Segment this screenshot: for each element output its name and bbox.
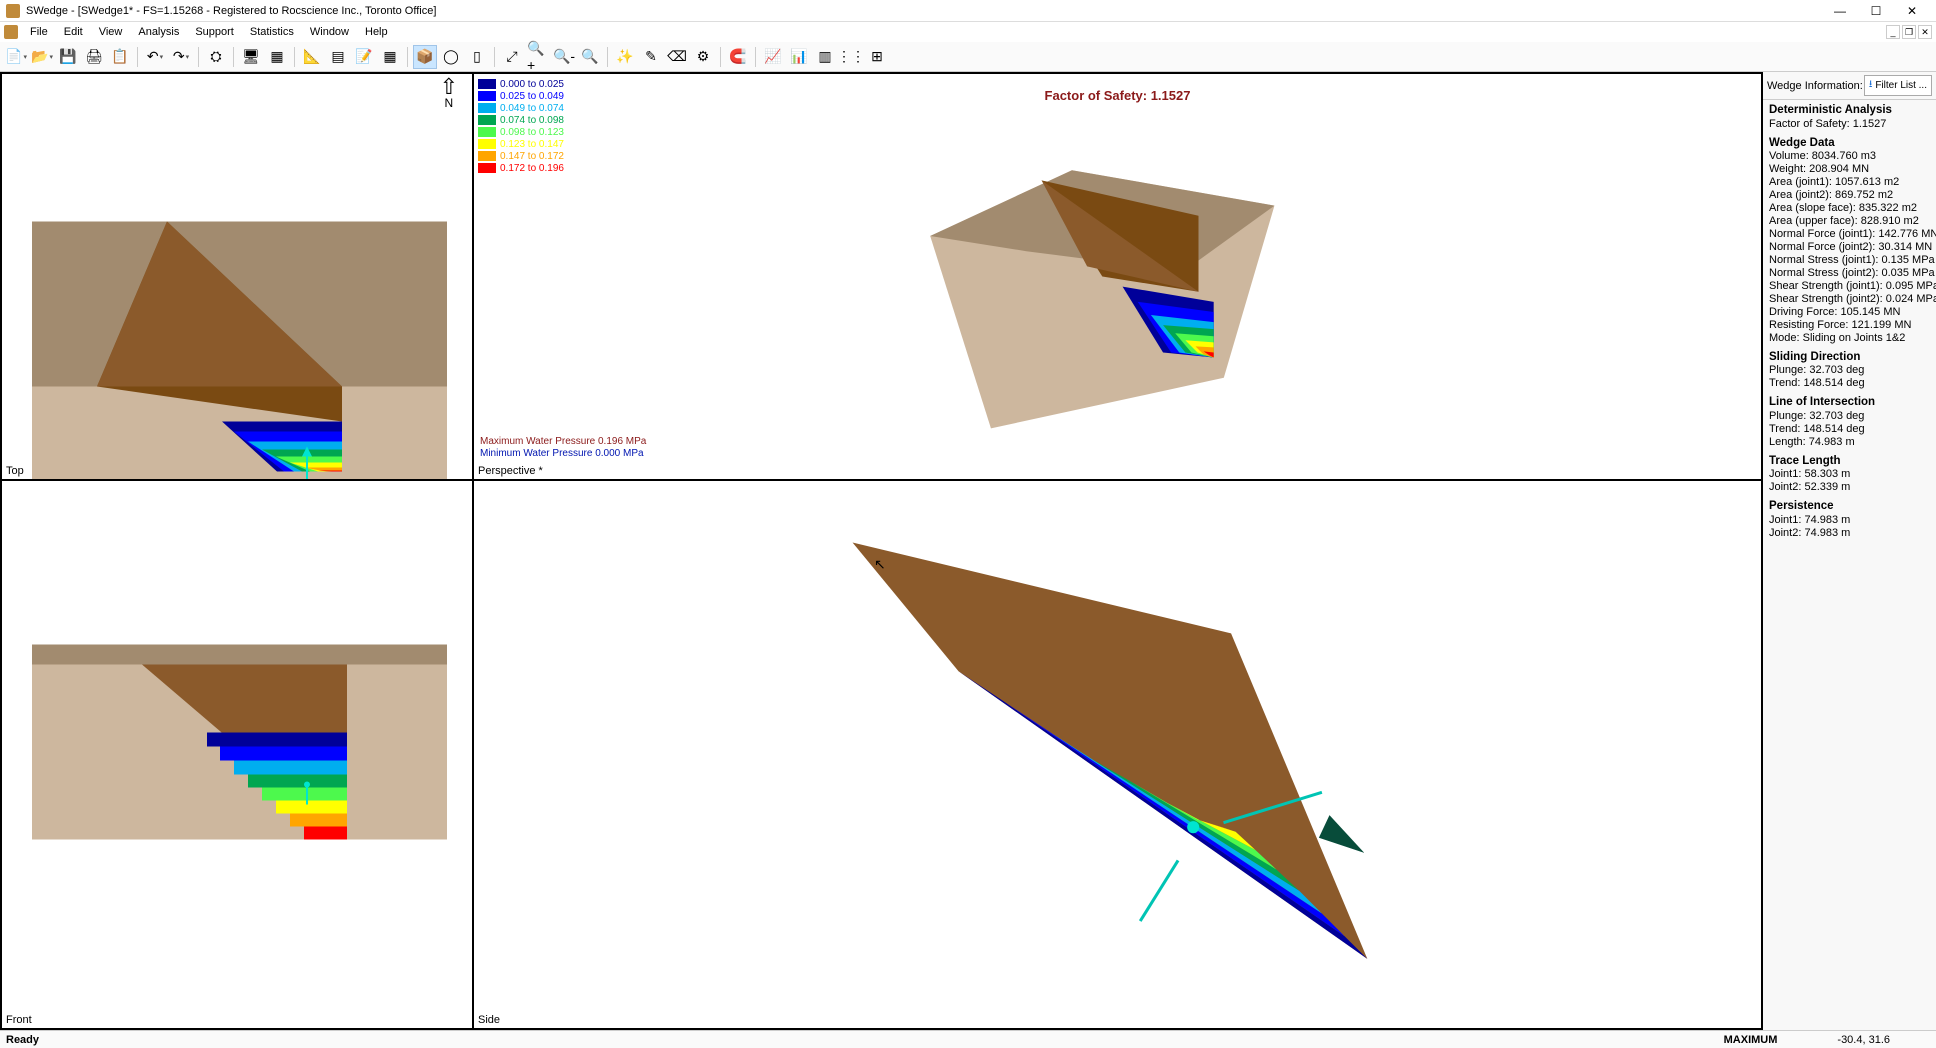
zoom-extents-button[interactable]: ⤢ [500, 45, 524, 69]
chart-bar-button[interactable]: 📊 [787, 45, 811, 69]
status-mode: MAXIMUM [1724, 1034, 1778, 1046]
statusbar: Ready MAXIMUM -30.4, 31.6 [0, 1030, 1936, 1048]
menu-window[interactable]: Window [302, 24, 357, 40]
zoom-out-button[interactable]: 🔍- [552, 45, 576, 69]
fos-label: Factor of Safety: 1.1527 [1045, 88, 1191, 103]
legend-row: 0.123 to 0.147 [478, 138, 564, 150]
menu-view[interactable]: View [91, 24, 131, 40]
wedge3d-button[interactable]: 📦 [413, 45, 437, 69]
copy-button[interactable]: 📋 [108, 45, 132, 69]
sidebar-title: Wedge Information: [1767, 80, 1864, 92]
zoom-window-button[interactable]: 🔍 [578, 45, 602, 69]
screen-button[interactable]: 🖥 [239, 45, 263, 69]
legend-row: 0.049 to 0.074 [478, 102, 564, 114]
app-icon [6, 4, 20, 18]
chart-scatter-button[interactable]: ⋮⋮ [839, 45, 863, 69]
legend-row: 0.147 to 0.172 [478, 150, 564, 162]
titlebar: SWedge - [SWedge1* - FS=1.15268 - Regist… [0, 0, 1936, 22]
view-label-front: Front [6, 1014, 32, 1026]
min-water-pressure: Minimum Water Pressure 0.000 MPa [480, 448, 644, 459]
magnet-button[interactable]: 🧲 [726, 45, 750, 69]
print-button[interactable]: 🖨 [82, 45, 106, 69]
filter-list-button[interactable]: ⭳ Filter List ... [1864, 75, 1932, 96]
sphere-button[interactable]: ◯ [439, 45, 463, 69]
menu-support[interactable]: Support [187, 24, 242, 40]
new-button[interactable]: 📄 [4, 45, 28, 69]
minimize-button[interactable]: — [1822, 1, 1858, 21]
menu-file[interactable]: File [22, 24, 56, 40]
max-water-pressure: Maximum Water Pressure 0.196 MPa [480, 436, 646, 447]
view-side[interactable]: ↖ Side [474, 481, 1761, 1028]
workspace: ⇧ N Top [0, 72, 1936, 1030]
wedge-info-panel: Wedge Information: ⭳ Filter List ... Det… [1761, 72, 1936, 1030]
mdi-minimize[interactable]: _ [1886, 25, 1900, 39]
status-ready: Ready [6, 1034, 39, 1046]
measure-button[interactable]: 📐 [300, 45, 324, 69]
compass-icon: ⇧ N [440, 78, 458, 110]
legend-row: 0.000 to 0.025 [478, 78, 564, 90]
redo-button[interactable]: ↷ [169, 45, 193, 69]
color-legend: 0.000 to 0.0250.025 to 0.0490.049 to 0.0… [478, 78, 564, 174]
maximize-button[interactable]: ☐ [1858, 1, 1894, 21]
mdi-close[interactable]: ✕ [1918, 25, 1932, 39]
status-coords: -30.4, 31.6 [1837, 1034, 1890, 1046]
chart-hist-button[interactable]: ▥ [813, 45, 837, 69]
save-button[interactable]: 💾 [56, 45, 80, 69]
doc-icon [4, 25, 18, 39]
legend-row: 0.074 to 0.098 [478, 114, 564, 126]
eraser-button[interactable]: ⌫ [665, 45, 689, 69]
menu-statistics[interactable]: Statistics [242, 24, 302, 40]
menu-help[interactable]: Help [357, 24, 396, 40]
view-top[interactable]: ⇧ N Top [2, 74, 472, 479]
panel-button[interactable]: ▯ [465, 45, 489, 69]
open-button[interactable]: 📂 [30, 45, 54, 69]
compute-button[interactable]: ⛭ [204, 45, 228, 69]
menubar: FileEditViewAnalysisSupportStatisticsWin… [0, 22, 1936, 42]
views-grid-button[interactable]: ▦ [265, 45, 289, 69]
table-button[interactable]: ▤ [326, 45, 350, 69]
legend-row: 0.172 to 0.196 [478, 162, 564, 174]
export-excel-button[interactable]: ⊞ [865, 45, 889, 69]
view-front[interactable]: Front [2, 481, 472, 1028]
menu-analysis[interactable]: Analysis [130, 24, 187, 40]
view-label-top: Top [6, 465, 24, 477]
legend-row: 0.098 to 0.123 [478, 126, 564, 138]
chart-line-button[interactable]: 📈 [761, 45, 785, 69]
pencil-button[interactable]: ✎ [639, 45, 663, 69]
close-button[interactable]: ✕ [1894, 1, 1930, 21]
grid-button[interactable]: ▦ [378, 45, 402, 69]
view-label-perspective: Perspective * [478, 465, 543, 477]
wand-button[interactable]: ✨ [613, 45, 637, 69]
zoom-in-button[interactable]: 🔍+ [526, 45, 550, 69]
legend-row: 0.025 to 0.049 [478, 90, 564, 102]
view-perspective[interactable]: Factor of Safety: 1.1527 0.000 to 0.0250… [474, 74, 1761, 479]
cursor-icon: ↖ [874, 556, 886, 573]
wedge-info-text: Deterministic Analysis Factor of Safety:… [1763, 100, 1936, 1030]
mdi-window-controls: _ ❐ ✕ [1886, 25, 1932, 39]
filter-icon: ⭳ [1869, 77, 1873, 94]
mdi-restore[interactable]: ❐ [1902, 25, 1916, 39]
menu-edit[interactable]: Edit [56, 24, 91, 40]
window-title: SWedge - [SWedge1* - FS=1.15268 - Regist… [26, 5, 1822, 17]
view-label-side: Side [478, 1014, 500, 1026]
notes-button[interactable]: 📝 [352, 45, 376, 69]
toolbar: 📄📂💾🖨📋↶↷⛭🖥▦📐▤📝▦📦◯▯⤢🔍+🔍-🔍✨✎⌫⚙🧲📈📊▥⋮⋮⊞ [0, 42, 1936, 72]
undo-button[interactable]: ↶ [143, 45, 167, 69]
viewport-grid: ⇧ N Top [0, 72, 1761, 1030]
settings-button[interactable]: ⚙ [691, 45, 715, 69]
